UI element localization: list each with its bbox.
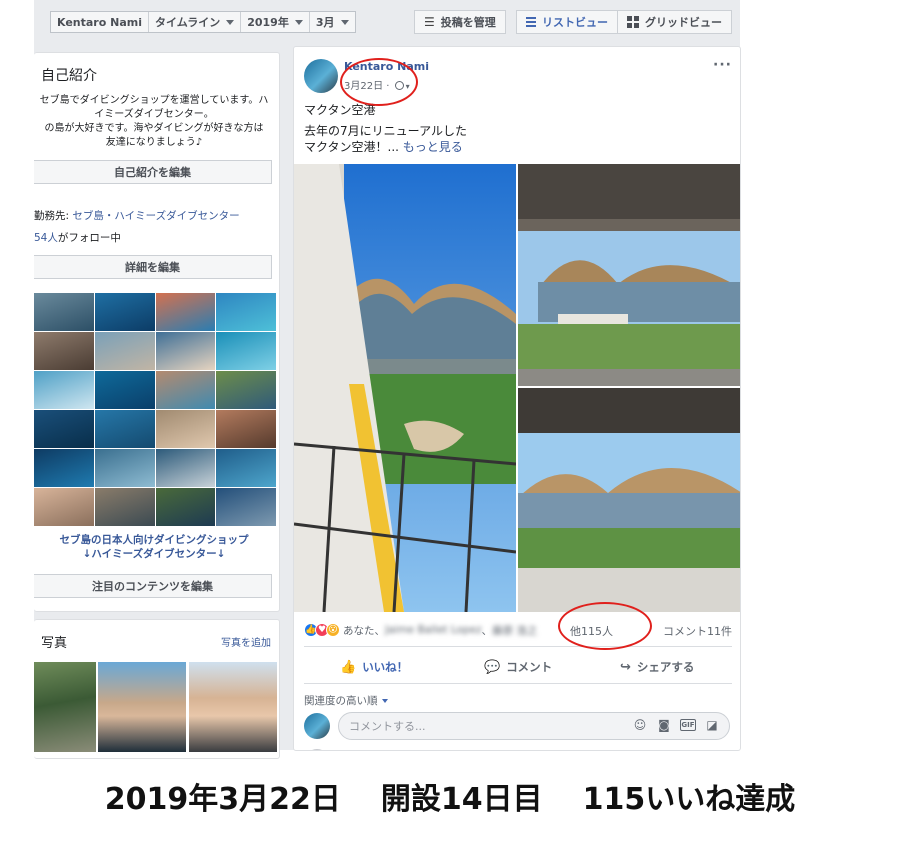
view-toggle: リストビュー グリッドビュー — [516, 10, 732, 34]
author-avatar[interactable] — [304, 59, 338, 93]
manage-posts-button[interactable]: ☰ 投稿を管理 — [414, 10, 506, 34]
year-dropdown-label: 2019年 — [247, 16, 289, 29]
chevron-down-icon — [226, 19, 235, 25]
intro-bio: セブ島でダイビングショップを運営しています。ハ イミーズダイブセンター。 の島が… — [34, 94, 274, 150]
month-dropdown-label: 3月 — [315, 16, 335, 29]
timeline-dropdown-label: タイムライン — [154, 16, 221, 29]
grid-view-label: グリッドビュー — [645, 16, 722, 29]
more-options-icon[interactable]: ··· — [713, 57, 732, 73]
post-photo[interactable] — [518, 164, 740, 386]
year-dropdown[interactable]: 2019年 — [241, 12, 310, 32]
airport-terminal-photo — [518, 388, 740, 612]
timeline-filter-bar: Kentaro Nami タイムライン 2019年 3月 ☰ 投稿を管理 リスト… — [34, 0, 740, 44]
edit-featured-button[interactable]: 注目のコンテンツを編集 — [34, 574, 272, 598]
like-button[interactable]: 👍 いいね！ — [340, 657, 408, 677]
manage-posts-icon: ☰ — [424, 15, 435, 29]
post-text-line: マクタン空港！... — [304, 140, 403, 154]
work-place-link[interactable]: セブ島・ハイミーズダイブセンター — [72, 210, 239, 222]
list-view-icon — [526, 17, 536, 27]
caption-likes: 115いいね達成 — [582, 782, 796, 817]
airport-balcony-photo — [294, 164, 516, 612]
bio-line: イミーズダイブセンター。 — [94, 109, 214, 120]
grid-view-button[interactable]: グリッドビュー — [617, 11, 731, 33]
share-label: シェアする — [636, 660, 695, 674]
post-photo[interactable] — [518, 388, 740, 612]
featured-photos-mosaic[interactable] — [34, 293, 276, 526]
followers-suffix: がフォロー中 — [57, 232, 121, 244]
photo-thumbnail[interactable] — [34, 662, 96, 752]
bio-line: の島が大好きです。海やダイビングが好きな方は — [44, 123, 264, 134]
featured-caption-line: ↓ハイミーズダイブセンター↓ — [82, 548, 226, 560]
photo-thumbnail[interactable] — [189, 662, 277, 752]
comment-sort-dropdown[interactable]: 関連度の高い順 — [304, 693, 388, 708]
share-icon: ↪ — [620, 659, 631, 675]
post-text: 去年の7月にリニューアルした マクタン空港！... もっと見る — [304, 123, 467, 155]
see-more-link[interactable]: もっと見る — [403, 140, 463, 154]
intro-card: 自己紹介 セブ島でダイビングショップを運営しています。ハ イミーズダイブセンター… — [34, 52, 280, 612]
chevron-down-icon — [381, 699, 388, 703]
wow-reaction-icon: 😮 — [326, 623, 340, 637]
month-dropdown[interactable]: 3月 — [310, 12, 355, 32]
profile-name-filter[interactable]: Kentaro Nami — [51, 12, 149, 32]
comment-input-tools: ☺ ◙ GIF ◪ — [632, 718, 720, 732]
list-view-label: リストビュー — [542, 16, 608, 29]
annotation-circle-likes — [558, 602, 652, 650]
chevron-down-icon — [294, 19, 303, 25]
photo-thumbnail[interactable] — [98, 662, 186, 752]
followers-count-link[interactable]: 54人 — [34, 232, 58, 244]
reactions-you: あなた、 — [343, 624, 385, 637]
gif-icon[interactable]: GIF — [680, 719, 696, 731]
timeline-dropdown[interactable]: タイムライン — [149, 12, 242, 32]
reaction-name-blurred: 藤原 浩之 — [492, 624, 538, 637]
featured-caption[interactable]: セブ島の日本人向けダイビングショップ ↓ハイミーズダイブセンター↓ — [34, 533, 274, 561]
divider — [304, 646, 732, 647]
manage-posts-label: 投稿を管理 — [440, 16, 496, 29]
featured-caption-line: セブ島の日本人向けダイビングショップ — [59, 534, 249, 546]
followers-info: 54人がフォロー中 — [34, 230, 121, 245]
work-info: 勤務先: セブ島・ハイミーズダイブセンター — [34, 208, 240, 223]
annotation-circle-date — [340, 58, 418, 106]
grid-view-icon — [627, 16, 639, 28]
comment-label: コメント — [506, 660, 553, 674]
commenter-avatar — [304, 713, 330, 739]
next-comment-avatar — [304, 749, 330, 750]
edit-details-button[interactable]: 詳細を編集 — [34, 255, 272, 279]
reaction-name-blurred: Jaime Ballet Lopez — [385, 624, 482, 636]
emoji-icon[interactable]: ☺ — [632, 718, 648, 732]
reactions-separator: 、 — [481, 624, 493, 637]
edit-intro-button[interactable]: 自己紹介を編集 — [34, 160, 272, 184]
intro-title: 自己紹介 — [41, 68, 97, 84]
thumbs-up-icon: 👍 — [340, 659, 357, 675]
post-photo[interactable] — [294, 164, 516, 612]
comment-count[interactable]: コメント11件 — [663, 623, 732, 639]
comment-button[interactable]: 💬 コメント — [484, 657, 552, 677]
share-button[interactable]: ↪ シェアする — [620, 657, 694, 677]
sort-label: 関連度の高い順 — [304, 695, 378, 707]
caption-day: 開設14日目 — [380, 782, 543, 817]
post-text-line: 去年の7月にリニューアルした — [304, 124, 468, 138]
like-label: いいね！ — [362, 660, 409, 674]
post-card: Kentaro Nami 3月22日 · ▾ ··· マクタン空港 去年の7月に… — [293, 46, 741, 751]
camera-icon[interactable]: ◙ — [656, 718, 672, 732]
bio-line: 友達になりましょう♪ — [105, 137, 203, 148]
bio-line: セブ島でダイビングショップを運営しています。ハ — [39, 95, 269, 106]
airport-exterior-photo — [518, 164, 740, 386]
timeline-filter-group: Kentaro Nami タイムライン 2019年 3月 — [50, 11, 356, 33]
add-photo-link[interactable]: 写真を追加 — [221, 634, 271, 649]
photos-card: 写真 写真を追加 — [34, 619, 280, 759]
comment-icon: 💬 — [484, 659, 501, 675]
sticker-icon[interactable]: ◪ — [704, 718, 720, 732]
reactions-summary[interactable]: 👍 ♥ 😮 あなた、 Jaime Ballet Lopez 、 藤原 浩之 — [304, 622, 537, 638]
list-view-button[interactable]: リストビュー — [517, 11, 617, 33]
overlay-caption: 2019年3月22日 開設14日目 115いいね達成 — [0, 774, 900, 818]
work-prefix: 勤務先: — [34, 210, 73, 222]
caption-date: 2019年3月22日 — [104, 782, 341, 817]
photos-title: 写真 — [41, 636, 68, 651]
divider — [304, 683, 732, 684]
post-photo-collage — [294, 164, 740, 612]
profile-name-label: Kentaro Nami — [57, 15, 142, 29]
chevron-down-icon — [340, 19, 349, 25]
